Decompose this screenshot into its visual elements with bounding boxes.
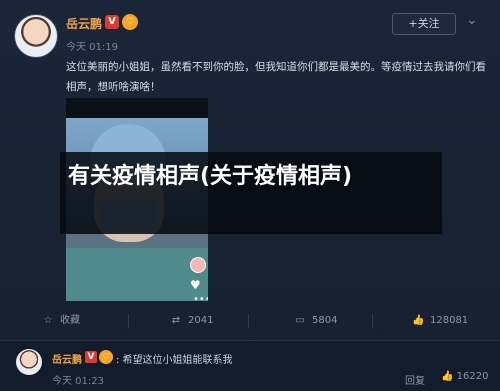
repost-action[interactable]: ⇄ 2041 (170, 309, 214, 333)
heart-icon[interactable]: ♥ (190, 278, 201, 292)
more-options-icon[interactable]: ⌄ (466, 12, 478, 28)
weibo-post-card: 岳云鹏 V ♡ 今天 01:19 +关注 ⌄ 这位美丽的小姐姐，虽然看不到你的脸… (0, 0, 500, 391)
action-bar: ☆ 收藏 ⇄ 2041 ▭ 5804 👍 128081 (32, 309, 494, 333)
follow-button[interactable]: +关注 (392, 13, 456, 35)
divider (372, 314, 373, 328)
post-text: 这位美丽的小姐姐，虽然看不到你的脸，但我知道你们都是最美的。等疫情过去我请你们看… (66, 61, 486, 93)
repost-count: 2041 (188, 315, 214, 326)
video-creator-avatar[interactable] (190, 257, 206, 273)
comment-fan-badge-icon: ♡ (99, 350, 113, 364)
comment-text: : 希望这位小姐姐能联系我 (116, 355, 233, 366)
video-gown (66, 248, 208, 301)
author-name[interactable]: 岳云鹏 (66, 15, 102, 32)
reply-button[interactable]: 回复 (405, 372, 425, 387)
thumbs-up-icon: 👍 (441, 371, 454, 382)
comment-icon: ▭ (295, 315, 305, 326)
divider (128, 314, 129, 328)
repost-icon: ⇄ (171, 315, 181, 326)
title-overlay: 有关疫情相声(关于疫情相声) (60, 152, 442, 234)
comment-time: 今天 01:23 (52, 376, 104, 387)
favorite-label: 收藏 (60, 315, 80, 326)
star-icon: ☆ (43, 315, 53, 326)
overlay-title: 有关疫情相声(关于疫情相声) (68, 164, 353, 189)
comment-dots-icon[interactable]: ••• (193, 294, 208, 301)
comment-verified-badge-icon: V (85, 351, 97, 363)
post-time[interactable]: 今天 01:19 (66, 38, 118, 53)
comment-action[interactable]: ▭ 5804 (294, 309, 337, 333)
divider (248, 314, 249, 328)
comment-item: 岳云鹏 V ♡ : 希望这位小姐姐能联系我 今天 01:23 回复 👍 1622… (0, 340, 500, 391)
thumbs-up-icon: 👍 (412, 315, 425, 326)
comment-author-avatar[interactable] (16, 349, 42, 375)
verified-badge-icon: V (105, 15, 119, 29)
comment-like-button[interactable]: 👍 16220 (441, 371, 488, 382)
like-count: 128081 (430, 315, 469, 326)
comment-count: 5804 (312, 315, 338, 326)
comment-author[interactable]: 岳云鹏 (52, 351, 82, 366)
like-action[interactable]: 👍 128081 (412, 309, 468, 333)
comment-like-count: 16220 (456, 371, 489, 382)
author-avatar[interactable] (14, 14, 58, 58)
favorite-action[interactable]: ☆ 收藏 (42, 309, 80, 333)
fan-badge-icon: ♡ (122, 14, 138, 30)
